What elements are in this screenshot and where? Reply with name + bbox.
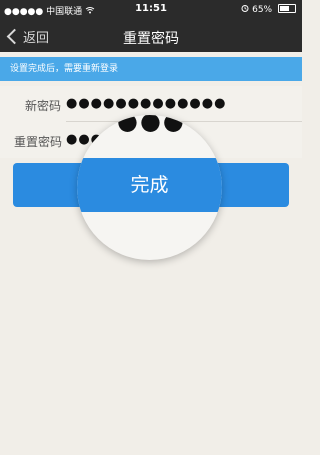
magnified-done-button[interactable]: 完成 bbox=[77, 158, 222, 212]
new-password-label: 新密码 bbox=[25, 99, 62, 113]
new-password-field[interactable]: ●●●●●●●●●●●●● bbox=[66, 96, 226, 111]
battery-percent: 65% bbox=[252, 5, 273, 15]
navigation-bar: 返回 重置密码 bbox=[0, 20, 302, 52]
alarm-icon bbox=[241, 5, 252, 15]
status-bar: ●●●●● 中国联通 11:51 65% bbox=[0, 0, 302, 20]
magnifier-callout: ●●● 完成 bbox=[77, 115, 222, 260]
repeat-password-label: 重置密码 bbox=[14, 135, 63, 149]
page-title: 重置密码 bbox=[123, 31, 179, 47]
magnified-password-dots: ●●● bbox=[117, 115, 186, 135]
battery-icon bbox=[278, 4, 296, 13]
status-right: 65% bbox=[241, 4, 296, 15]
notice-banner: 设置完成后，需要重新登录 bbox=[0, 57, 302, 81]
